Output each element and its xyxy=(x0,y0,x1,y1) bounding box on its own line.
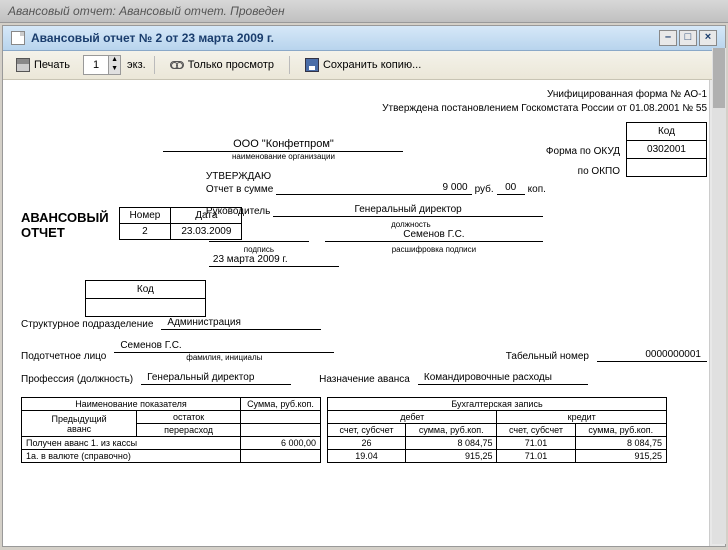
copies-up[interactable]: ▲ xyxy=(108,56,120,65)
copies-input[interactable] xyxy=(84,59,108,71)
view-only-label: Только просмотр xyxy=(188,59,274,71)
table-row: 1а. в валюте (справочно) xyxy=(22,450,241,463)
t1-r0-sum: 6 000,00 xyxy=(241,437,321,450)
disk-icon xyxy=(305,58,319,72)
document-area: Унифицированная форма № АО-1 Утверждена … xyxy=(3,80,725,546)
manager-name: Семенов Г.С. xyxy=(325,229,543,242)
code2-header: Код xyxy=(85,281,205,299)
inner-titlebar: Авансовый отчет № 2 от 23 марта 2009 г. … xyxy=(3,26,725,51)
save-copy-label: Сохранить копию... xyxy=(323,59,421,71)
approve-date: 23 марта 2009 г. xyxy=(209,254,339,267)
t2-h: Бухгалтерская запись xyxy=(328,398,667,411)
t1-h1: Наименование показателя xyxy=(22,398,241,411)
manager-position: Генеральный директор xyxy=(273,204,543,217)
accounting-table: Бухгалтерская запись дебеткредит счет, с… xyxy=(327,397,667,463)
tab-number-label: Табельный номер xyxy=(506,351,589,362)
person-value: Семенов Г.С. xyxy=(114,340,334,353)
code2-box: Код xyxy=(79,280,206,317)
date-header: Дата xyxy=(171,208,242,224)
t2-credit: кредит xyxy=(497,411,667,424)
profession-value: Генеральный директор xyxy=(141,372,291,385)
t1-sub1a: Предыдущийаванс xyxy=(22,411,137,437)
inner-title-text: Авансовый отчет № 2 от 23 марта 2009 г. xyxy=(31,31,274,45)
copies-down[interactable]: ▼ xyxy=(108,65,120,74)
close-button[interactable]: × xyxy=(699,30,717,46)
name-caption: расшифровка подписи xyxy=(325,245,543,254)
t2-dacct-h: счет, субсчет xyxy=(328,424,406,437)
t1-sub3: перерасход xyxy=(137,424,241,437)
toolbar: Печать ▲ ▼ экз. Только просмотр Сохранит… xyxy=(3,51,725,80)
document-icon xyxy=(11,31,25,45)
print-label: Печать xyxy=(34,59,70,71)
glasses-icon xyxy=(170,61,184,69)
person-caption: фамилия, инициалы xyxy=(114,353,334,362)
separator xyxy=(289,56,290,74)
okud-label: Форма по ОКУД xyxy=(546,142,620,162)
form-header-line1: Унифицированная форма № АО-1 xyxy=(21,88,707,102)
okpo-value xyxy=(627,159,707,177)
t2-damt-h: сумма, руб.коп. xyxy=(406,424,497,437)
outer-scroll-thumb[interactable] xyxy=(713,48,725,108)
okpo-label: по ОКПО xyxy=(546,162,620,182)
code-box: Код 0302001 xyxy=(626,122,707,177)
table-row: 19.04915,25 71.01915,25 xyxy=(328,450,667,463)
advance-purpose-label: Назначение аванса xyxy=(319,374,410,385)
outer-scrollbar[interactable] xyxy=(712,48,726,544)
t1-r1-sum xyxy=(241,450,321,463)
save-copy-button[interactable]: Сохранить копию... xyxy=(298,55,428,75)
t2-camt-h: сумма, руб.коп. xyxy=(575,424,667,437)
code2-value xyxy=(85,299,205,317)
doc-number: 2 xyxy=(119,224,171,240)
copies-spinner[interactable]: ▲ ▼ xyxy=(83,55,121,75)
t1-sub1b: остаток xyxy=(137,411,241,424)
code-header: Код xyxy=(627,123,707,141)
separator xyxy=(154,56,155,74)
t1-h2: Сумма, руб.коп. xyxy=(241,398,321,411)
form-header-line2: Утверждена постановлением Госкомстата Ро… xyxy=(21,102,707,116)
copies-unit: экз. xyxy=(127,59,146,71)
approve-block: УТВЕРЖДАЮ Отчет в сумме 9 000 руб. 00 ко… xyxy=(206,171,546,270)
print-button[interactable]: Печать xyxy=(9,55,77,75)
num-date-table: НомерДата 223.03.2009 xyxy=(119,207,243,240)
outer-window-title: Авансовый отчет: Авансовый отчет. Провед… xyxy=(0,0,728,23)
indicators-table: Наименование показателяСумма, руб.коп. П… xyxy=(21,397,321,463)
advance-purpose-value: Командировочные расходы xyxy=(418,372,588,385)
signature-caption: подпись xyxy=(209,245,309,254)
rub-unit: руб. xyxy=(475,184,494,195)
kop-unit: коп. xyxy=(528,184,546,195)
division-label: Структурное подразделение xyxy=(21,319,153,330)
maximize-button[interactable]: □ xyxy=(679,30,697,46)
tab-number-value: 0000000001 xyxy=(597,349,707,362)
printer-icon xyxy=(16,58,30,72)
t2-cacct-h: счет, субсчет xyxy=(497,424,575,437)
profession-label: Профессия (должность) xyxy=(21,374,133,385)
person-label: Подотчетное лицо xyxy=(21,351,106,362)
org-name: ООО "Конфетпром" xyxy=(163,138,403,152)
table-row: 268 084,75 71.018 084,75 xyxy=(328,437,667,450)
document-window: Авансовый отчет № 2 от 23 марта 2009 г. … xyxy=(2,25,726,547)
doc-date: 23.03.2009 xyxy=(171,224,242,240)
division-value: Администрация xyxy=(161,317,321,330)
approve-title: УТВЕРЖДАЮ xyxy=(206,171,546,182)
sum-kop: 00 xyxy=(497,182,525,195)
num-header: Номер xyxy=(119,208,171,224)
minimize-button[interactable]: – xyxy=(659,30,677,46)
t2-debit: дебет xyxy=(328,411,497,424)
sum-label: Отчет в сумме xyxy=(206,184,273,195)
doc-title: АВАНСОВЫЙ ОТЧЕТ xyxy=(21,210,109,240)
view-only-button[interactable]: Только просмотр xyxy=(163,56,281,74)
sum-rub: 9 000 xyxy=(276,182,471,195)
table-row: Получен аванс 1. из кассы xyxy=(22,437,241,450)
okud-value: 0302001 xyxy=(627,141,707,159)
position-caption: должность xyxy=(279,220,543,229)
